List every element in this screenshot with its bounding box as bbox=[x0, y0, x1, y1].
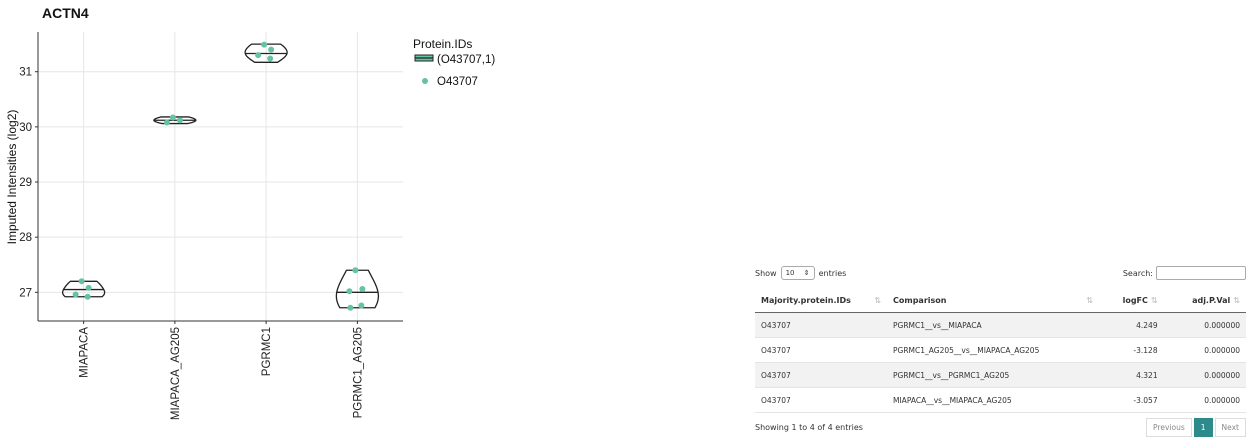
entries-label: entries bbox=[818, 268, 847, 278]
table-row[interactable]: O43707 MIAPACA__vs__MIAPACA_AG205 -3.057… bbox=[755, 387, 1246, 413]
data-point bbox=[267, 55, 274, 62]
x-tick-label: MIAPACA_AG205 bbox=[170, 327, 182, 420]
cell-adj-p-val: 0.000000 bbox=[1163, 337, 1246, 363]
cell-logfc: 4.321 bbox=[1099, 362, 1164, 388]
previous-page-button[interactable]: Previous bbox=[1146, 417, 1192, 437]
page-1-button[interactable]: 1 bbox=[1193, 417, 1213, 437]
search-input[interactable] bbox=[1156, 266, 1246, 280]
cell-protein-id: O43707 bbox=[755, 312, 887, 338]
data-point bbox=[176, 117, 183, 124]
data-point bbox=[352, 267, 359, 274]
table-row[interactable]: O43707 PGRMC1_AG205__vs__MIAPACA_AG205 -… bbox=[755, 337, 1246, 363]
cell-adj-p-val: 0.000000 bbox=[1163, 312, 1246, 338]
pagination: Previous 1 Next bbox=[1144, 417, 1246, 437]
data-point bbox=[359, 286, 366, 293]
legend-label-point: O43707 bbox=[437, 76, 478, 88]
data-table-widget: Show 10 ⇕ entries Search: Majority.prote… bbox=[755, 262, 1246, 437]
data-point bbox=[347, 304, 354, 311]
page-length-select[interactable]: 10 ⇕ bbox=[780, 266, 815, 280]
y-tick-label: 30 bbox=[19, 122, 32, 134]
y-tick-label: 27 bbox=[19, 287, 32, 299]
sort-icon: ⇅ bbox=[1150, 295, 1158, 305]
cell-protein-id: O43707 bbox=[755, 337, 887, 363]
sort-icon: ⇅ bbox=[1233, 295, 1240, 305]
data-point bbox=[261, 41, 268, 48]
y-tick-label: 31 bbox=[19, 67, 32, 79]
search-control: Search: bbox=[1123, 266, 1246, 280]
column-header-logfc[interactable]: logFC ⇅ bbox=[1099, 288, 1164, 313]
data-point bbox=[346, 288, 353, 295]
data-point bbox=[169, 114, 176, 121]
cell-adj-p-val: 0.000000 bbox=[1163, 387, 1246, 413]
grid bbox=[38, 32, 403, 321]
cell-logfc: -3.057 bbox=[1099, 387, 1164, 413]
legend-title: Protein.IDs bbox=[413, 37, 472, 51]
legend-label-violin: (O43707,1) bbox=[437, 54, 495, 66]
show-label: Show bbox=[755, 268, 777, 278]
legend-point-key bbox=[422, 78, 428, 84]
violins bbox=[61, 43, 380, 309]
x-tick-label: PGRMC1 bbox=[261, 327, 273, 376]
data-point bbox=[268, 46, 275, 53]
table-row[interactable]: O43707 PGRMC1__vs__MIAPACA 4.249 0.00000… bbox=[755, 312, 1246, 338]
page-length-control: Show 10 ⇕ entries bbox=[755, 266, 846, 280]
table-row[interactable]: O43707 PGRMC1__vs__PGRMC1_AG205 4.321 0.… bbox=[755, 362, 1246, 388]
sort-icon: ⇅ bbox=[874, 295, 881, 305]
data-point bbox=[85, 284, 92, 291]
x-tick-label: PGRMC1_AG205 bbox=[352, 327, 364, 418]
results-table: Majority.protein.IDs ⇅ Comparison ⇅ logFC ⇅… bbox=[755, 288, 1246, 413]
data-points bbox=[72, 41, 366, 311]
column-header-majority-protein-ids[interactable]: Majority.protein.IDs ⇅ bbox=[755, 288, 887, 313]
table-footer: Showing 1 to 4 of 4 entries Previous 1 N… bbox=[755, 417, 1246, 437]
y-axis-label: Imputed Intensities (log2) bbox=[5, 110, 19, 245]
data-point bbox=[163, 119, 170, 126]
violin-plot: ACTN4 Imputed Intensities (log2) 27 28 29 3… bbox=[5, 5, 495, 420]
data-point bbox=[358, 302, 365, 309]
select-arrows-icon: ⇕ bbox=[803, 269, 810, 277]
cell-comparison: PGRMC1__vs__PGRMC1_AG205 bbox=[887, 362, 1099, 388]
header-row: Majority.protein.IDs ⇅ Comparison ⇅ logFC ⇅… bbox=[755, 288, 1246, 313]
cell-comparison: PGRMC1_AG205__vs__MIAPACA_AG205 bbox=[887, 337, 1099, 363]
y-tick-label: 29 bbox=[19, 177, 32, 189]
search-label: Search: bbox=[1122, 268, 1153, 278]
data-point bbox=[255, 52, 262, 59]
cell-protein-id: O43707 bbox=[755, 362, 887, 388]
sort-icon: ⇅ bbox=[1086, 295, 1093, 305]
cell-protein-id: O43707 bbox=[755, 387, 887, 413]
next-page-button[interactable]: Next bbox=[1214, 417, 1246, 437]
chart-title: ACTN4 bbox=[42, 5, 89, 21]
legend-violin-key bbox=[414, 54, 434, 62]
data-point bbox=[72, 291, 79, 298]
cell-logfc: -3.128 bbox=[1099, 337, 1164, 363]
table-info: Showing 1 to 4 of 4 entries bbox=[755, 422, 863, 432]
table-controls: Show 10 ⇕ entries Search: bbox=[755, 262, 1246, 284]
legend: Protein.IDs (O43707,1) O43707 bbox=[413, 37, 495, 88]
x-tick-label: MIAPACA bbox=[79, 327, 91, 378]
cell-comparison: PGRMC1__vs__MIAPACA bbox=[887, 312, 1099, 338]
column-header-adj-p-val[interactable]: adj.P.Val ⇅ bbox=[1163, 288, 1246, 313]
column-header-comparison[interactable]: Comparison ⇅ bbox=[887, 288, 1099, 313]
y-tick-label: 28 bbox=[19, 232, 32, 244]
axes: 27 28 29 30 31 MIAPACA MIAPACA_AG205 PGRMC1 PGRM… bbox=[19, 32, 403, 420]
cell-comparison: MIAPACA__vs__MIAPACA_AG205 bbox=[887, 387, 1099, 413]
data-point bbox=[84, 293, 91, 300]
cell-logfc: 4.249 bbox=[1099, 312, 1164, 338]
cell-adj-p-val: 0.000000 bbox=[1163, 362, 1246, 388]
data-point bbox=[78, 278, 85, 285]
page-length-value: 10 bbox=[785, 269, 795, 277]
